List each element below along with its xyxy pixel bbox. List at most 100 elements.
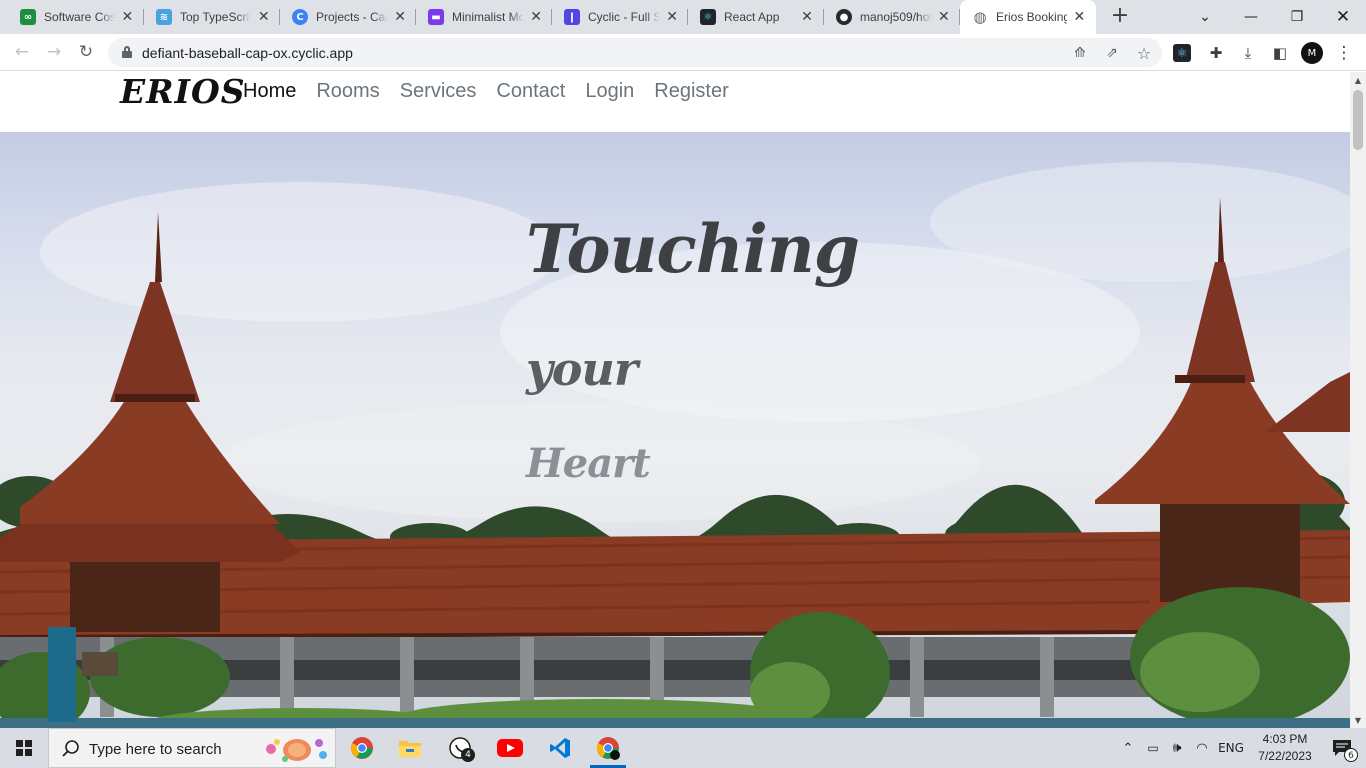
chrome-profile-icon [597, 737, 620, 760]
back-button[interactable]: ← [10, 40, 34, 64]
tab-title: Top TypeScript [180, 10, 252, 24]
taskbar-chrome[interactable] [338, 728, 386, 768]
tab-title: Cyclic - Full Stack [588, 10, 661, 24]
taskbar-clock[interactable]: 4:03 PM 7/22/2023 [1252, 731, 1318, 765]
taskbar-vscode[interactable] [536, 728, 584, 768]
hero-section: Touching your Heart [0, 132, 1350, 728]
scroll-down-arrow-icon[interactable]: ▼ [1350, 712, 1366, 728]
close-icon[interactable]: ✕ [530, 9, 542, 25]
canva-icon: C [292, 9, 308, 25]
brand-logo[interactable]: ERIOS [120, 72, 246, 111]
tab-top-typescript[interactable]: ≋ Top TypeScript ✕ [144, 0, 280, 34]
minimize-button[interactable]: — [1228, 0, 1274, 34]
extensions-icon[interactable]: ✚ [1205, 42, 1227, 64]
tab-erios-booking[interactable]: ◍ Erios Booking ✕ [960, 0, 1096, 34]
folder-icon [399, 741, 421, 757]
nav-link-contact[interactable]: Contact [496, 80, 565, 103]
tab-projects-canva[interactable]: C Projects - Canva ✕ [280, 0, 416, 34]
address-bar[interactable]: defiant-baseball-cap-ox.cyclic.app ⟰ ⇗ ☆ [108, 38, 1162, 67]
clock-time: 4:03 PM [1262, 732, 1308, 746]
new-tab-button[interactable]: + [1108, 5, 1132, 29]
search-highlight-illustration [266, 739, 327, 762]
battery-icon[interactable]: ▭ [1142, 728, 1164, 768]
taskbar-file-explorer[interactable] [386, 728, 434, 768]
react-devtools-icon[interactable]: ⚛ [1173, 44, 1191, 62]
notification-center-button[interactable]: 6 [1318, 728, 1366, 768]
forward-button[interactable]: → [42, 40, 66, 64]
tab-title: Erios Booking [996, 10, 1067, 24]
minimalist-icon: ▬ [428, 9, 444, 25]
page-viewport: ERIOS Home Rooms Services Contact Login … [0, 72, 1350, 728]
clock-date: 7/22/2023 [1258, 749, 1312, 763]
close-icon[interactable]: ✕ [257, 9, 270, 25]
restore-button[interactable]: ❐ [1274, 0, 1320, 34]
taskbar-whatsapp[interactable]: 4 [436, 728, 484, 768]
hero-heading-line-1: Touching [526, 210, 860, 288]
taskbar-youtube[interactable] [486, 728, 534, 768]
start-button[interactable] [0, 728, 48, 768]
close-icon[interactable]: ✕ [938, 9, 950, 25]
close-icon[interactable]: ✕ [394, 9, 406, 25]
language-indicator[interactable]: ENG [1214, 728, 1248, 768]
chrome-icon [351, 737, 373, 759]
close-icon[interactable]: ✕ [121, 9, 134, 25]
notification-badge: 4 [461, 748, 475, 762]
youtube-icon [497, 739, 523, 757]
tab-title: manoj509/hotel [860, 10, 932, 24]
hero-heading-line-3: Heart [526, 440, 651, 487]
tab-cyclic[interactable]: ❙ Cyclic - Full Stack ✕ [552, 0, 688, 34]
close-window-button[interactable]: ✕ [1320, 0, 1366, 34]
browser-toolbar: ← → ↻ defiant-baseball-cap-ox.cyclic.app… [0, 34, 1366, 71]
tab-github[interactable]: ● manoj509/hotel ✕ [824, 0, 960, 34]
lock-icon[interactable] [122, 46, 132, 58]
github-icon: ● [836, 9, 852, 25]
share-icon[interactable]: ⇗ [1102, 43, 1122, 63]
globe-icon: ◍ [972, 8, 988, 26]
vscode-icon [550, 738, 570, 758]
hero-heading-line-2: your [526, 342, 638, 396]
tab-minimalist[interactable]: ▬ Minimalist Mobile ✕ [416, 0, 552, 34]
software-cost-icon: ∞ [20, 9, 36, 25]
search-placeholder: Type here to search [89, 741, 222, 758]
show-hidden-icons-chevron-icon[interactable]: ⌃ [1118, 728, 1138, 768]
tab-title: Minimalist Mobile [452, 10, 525, 24]
close-icon[interactable]: ✕ [1073, 9, 1086, 25]
profile-avatar[interactable]: M [1301, 42, 1323, 64]
nav-link-home[interactable]: Home [243, 80, 296, 103]
notification-count-badge: 6 [1344, 748, 1358, 762]
typescript-icon: ≋ [156, 9, 172, 25]
windows-taskbar: Type here to search 4 ⌃ ▭ 🕪 ◠ ENG 4:03 P… [0, 728, 1366, 768]
tab-title: React App [724, 10, 780, 24]
url-text[interactable]: defiant-baseball-cap-ox.cyclic.app [142, 45, 353, 61]
nav-link-rooms[interactable]: Rooms [316, 80, 379, 103]
windows-logo-icon [16, 740, 32, 756]
side-panel-icon[interactable]: ◧ [1269, 42, 1291, 64]
site-navbar: ERIOS Home Rooms Services Contact Login … [0, 72, 1350, 132]
tab-search-chevron-icon[interactable]: ⌄ [1182, 0, 1228, 34]
close-icon[interactable]: ✕ [800, 9, 814, 25]
download-icon[interactable]: ⤓ [1237, 42, 1259, 64]
close-icon[interactable]: ✕ [666, 9, 678, 25]
translate-icon[interactable]: ⟰ [1070, 43, 1090, 63]
browser-tab-strip: ∞ Software Cost ✕ ≋ Top TypeScript ✕ C P… [0, 0, 1366, 34]
nav-link-register[interactable]: Register [654, 80, 728, 103]
nav-link-login[interactable]: Login [585, 80, 634, 103]
menu-kebab-icon[interactable]: ⋮ [1333, 42, 1355, 64]
scroll-up-arrow-icon[interactable]: ▲ [1350, 72, 1366, 88]
volume-icon[interactable]: 🕪 [1166, 728, 1188, 768]
nav-link-services[interactable]: Services [400, 80, 477, 103]
tab-react-app[interactable]: ⚛ React App ✕ [688, 0, 824, 34]
scroll-thumb[interactable] [1353, 90, 1363, 150]
tab-title: Software Cost [44, 10, 115, 24]
search-icon [62, 740, 79, 757]
tab-software-cost[interactable]: ∞ Software Cost ✕ [8, 0, 144, 34]
cyclic-icon: ❙ [564, 9, 580, 25]
reload-button[interactable]: ↻ [74, 40, 98, 64]
bookmark-star-icon[interactable]: ☆ [1134, 43, 1154, 63]
tab-title: Projects - Canva [316, 10, 388, 24]
page-scrollbar[interactable]: ▲ ▼ [1350, 72, 1366, 728]
taskbar-search-box[interactable]: Type here to search [48, 728, 336, 768]
taskbar-chrome-profile[interactable] [584, 728, 632, 768]
wifi-icon[interactable]: ◠ [1190, 728, 1214, 768]
nav-links: Home Rooms Services Contact Login Regist… [243, 80, 749, 103]
